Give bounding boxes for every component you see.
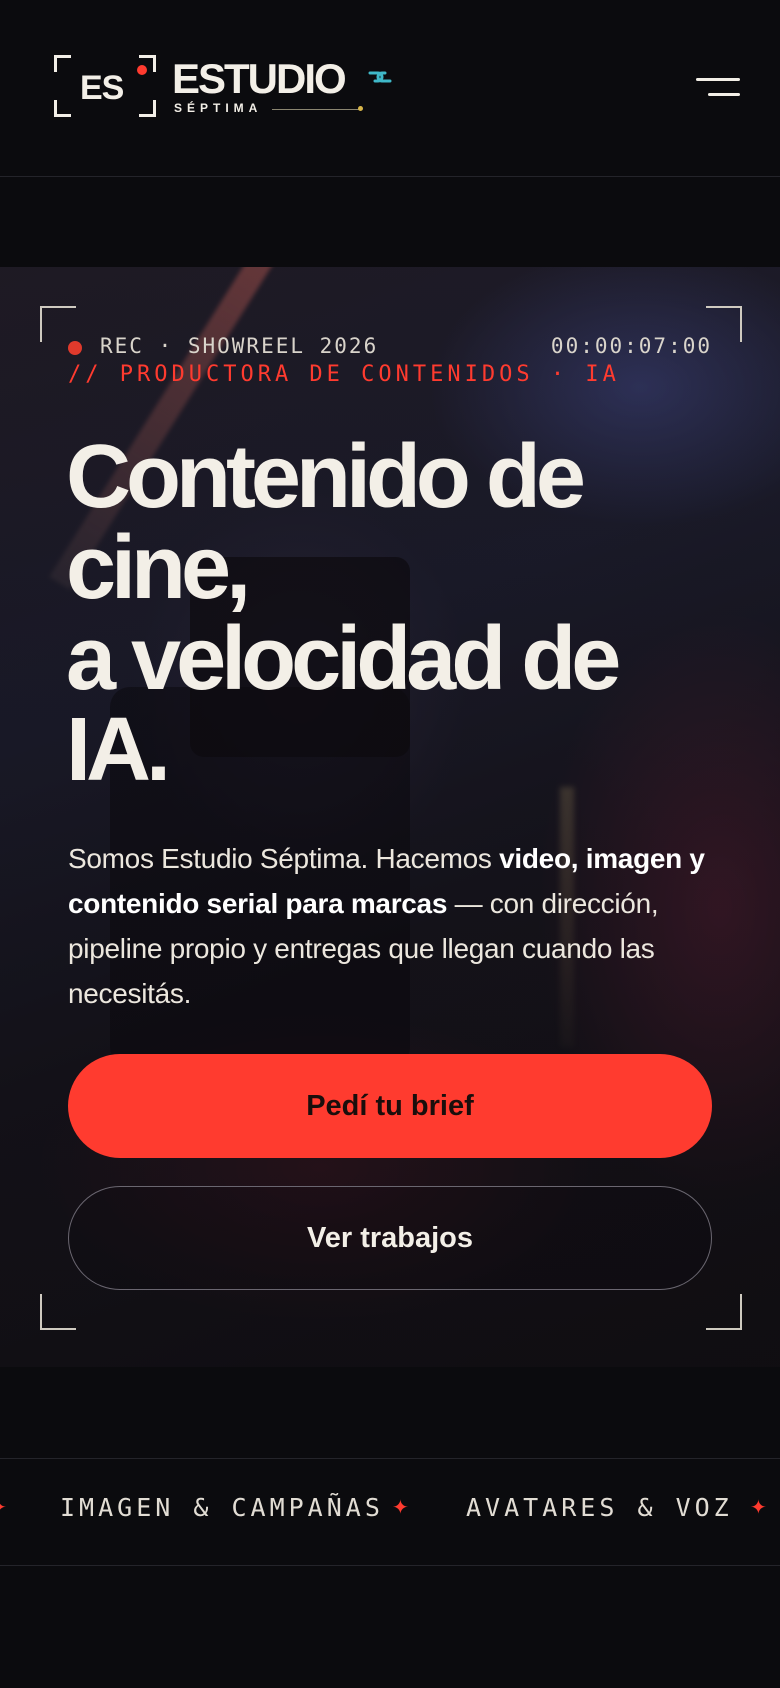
logo-underline: [272, 109, 360, 110]
rec-indicator: REC · SHOWREEL 2026 00:00:07:00: [68, 334, 712, 364]
star-separator-icon: ✦: [392, 1497, 409, 1519]
brief-button[interactable]: Pedí tu brief: [68, 1054, 712, 1158]
rec-dot-icon: [68, 341, 82, 355]
hero-title-line: Contenido de: [66, 427, 586, 527]
logo-corner: [54, 100, 71, 117]
logo-corner: [54, 55, 71, 72]
hamburger-menu-icon: [696, 78, 740, 81]
logo-subtitle: SÉPTIMA: [174, 101, 263, 115]
hero-title-line: a velocidad de: [66, 609, 621, 709]
logo[interactable]: ES ESTUDIO SÉPTIMA: [52, 52, 402, 120]
star-separator-icon: ✦: [750, 1497, 767, 1519]
logo-mark-text: ES: [80, 69, 124, 107]
hero-kicker: // PRODUCTORA DE CONTENIDOS · IA: [68, 362, 620, 387]
marquee-item: IMAGEN & CAMPAÑAS: [60, 1493, 384, 1522]
logo-corner: [139, 100, 156, 117]
services-marquee: ✦ IMAGEN & CAMPAÑAS ✦ AVATARES & VOZ ✦: [0, 1458, 780, 1566]
site-header: ES ESTUDIO SÉPTIMA: [0, 0, 780, 177]
logo-word: ESTUDIO: [172, 55, 347, 102]
hero-title: Contenido de cine, a velocidad de IA.: [66, 432, 766, 796]
viewfinder-corner: [40, 1294, 76, 1330]
hero-description-text: Somos Estudio Séptima. Hacemos: [68, 843, 500, 874]
hero-description: Somos Estudio Séptima. Hacemos video, im…: [68, 836, 728, 1016]
menu-button[interactable]: [692, 76, 740, 100]
hamburger-menu-icon: [708, 93, 740, 96]
viewfinder-corner: [706, 1294, 742, 1330]
hero-title-line: IA.: [66, 700, 171, 800]
logo-wordmark: ESTUDIO SÉPTIMA: [172, 53, 402, 119]
marquee-item: AVATARES & VOZ: [466, 1493, 733, 1522]
timecode: 00:00:07:00: [550, 334, 712, 358]
rec-label: REC · SHOWREEL 2026: [100, 334, 379, 358]
logo-red-dot: [137, 65, 147, 75]
logo-mark: ES: [52, 53, 158, 119]
star-separator-icon: ✦: [0, 1495, 7, 1520]
hero-title-line: cine,: [66, 518, 251, 618]
view-work-button[interactable]: Ver trabajos: [68, 1186, 712, 1290]
logo-underline-dot: [358, 106, 363, 111]
link-icon: [368, 71, 392, 83]
